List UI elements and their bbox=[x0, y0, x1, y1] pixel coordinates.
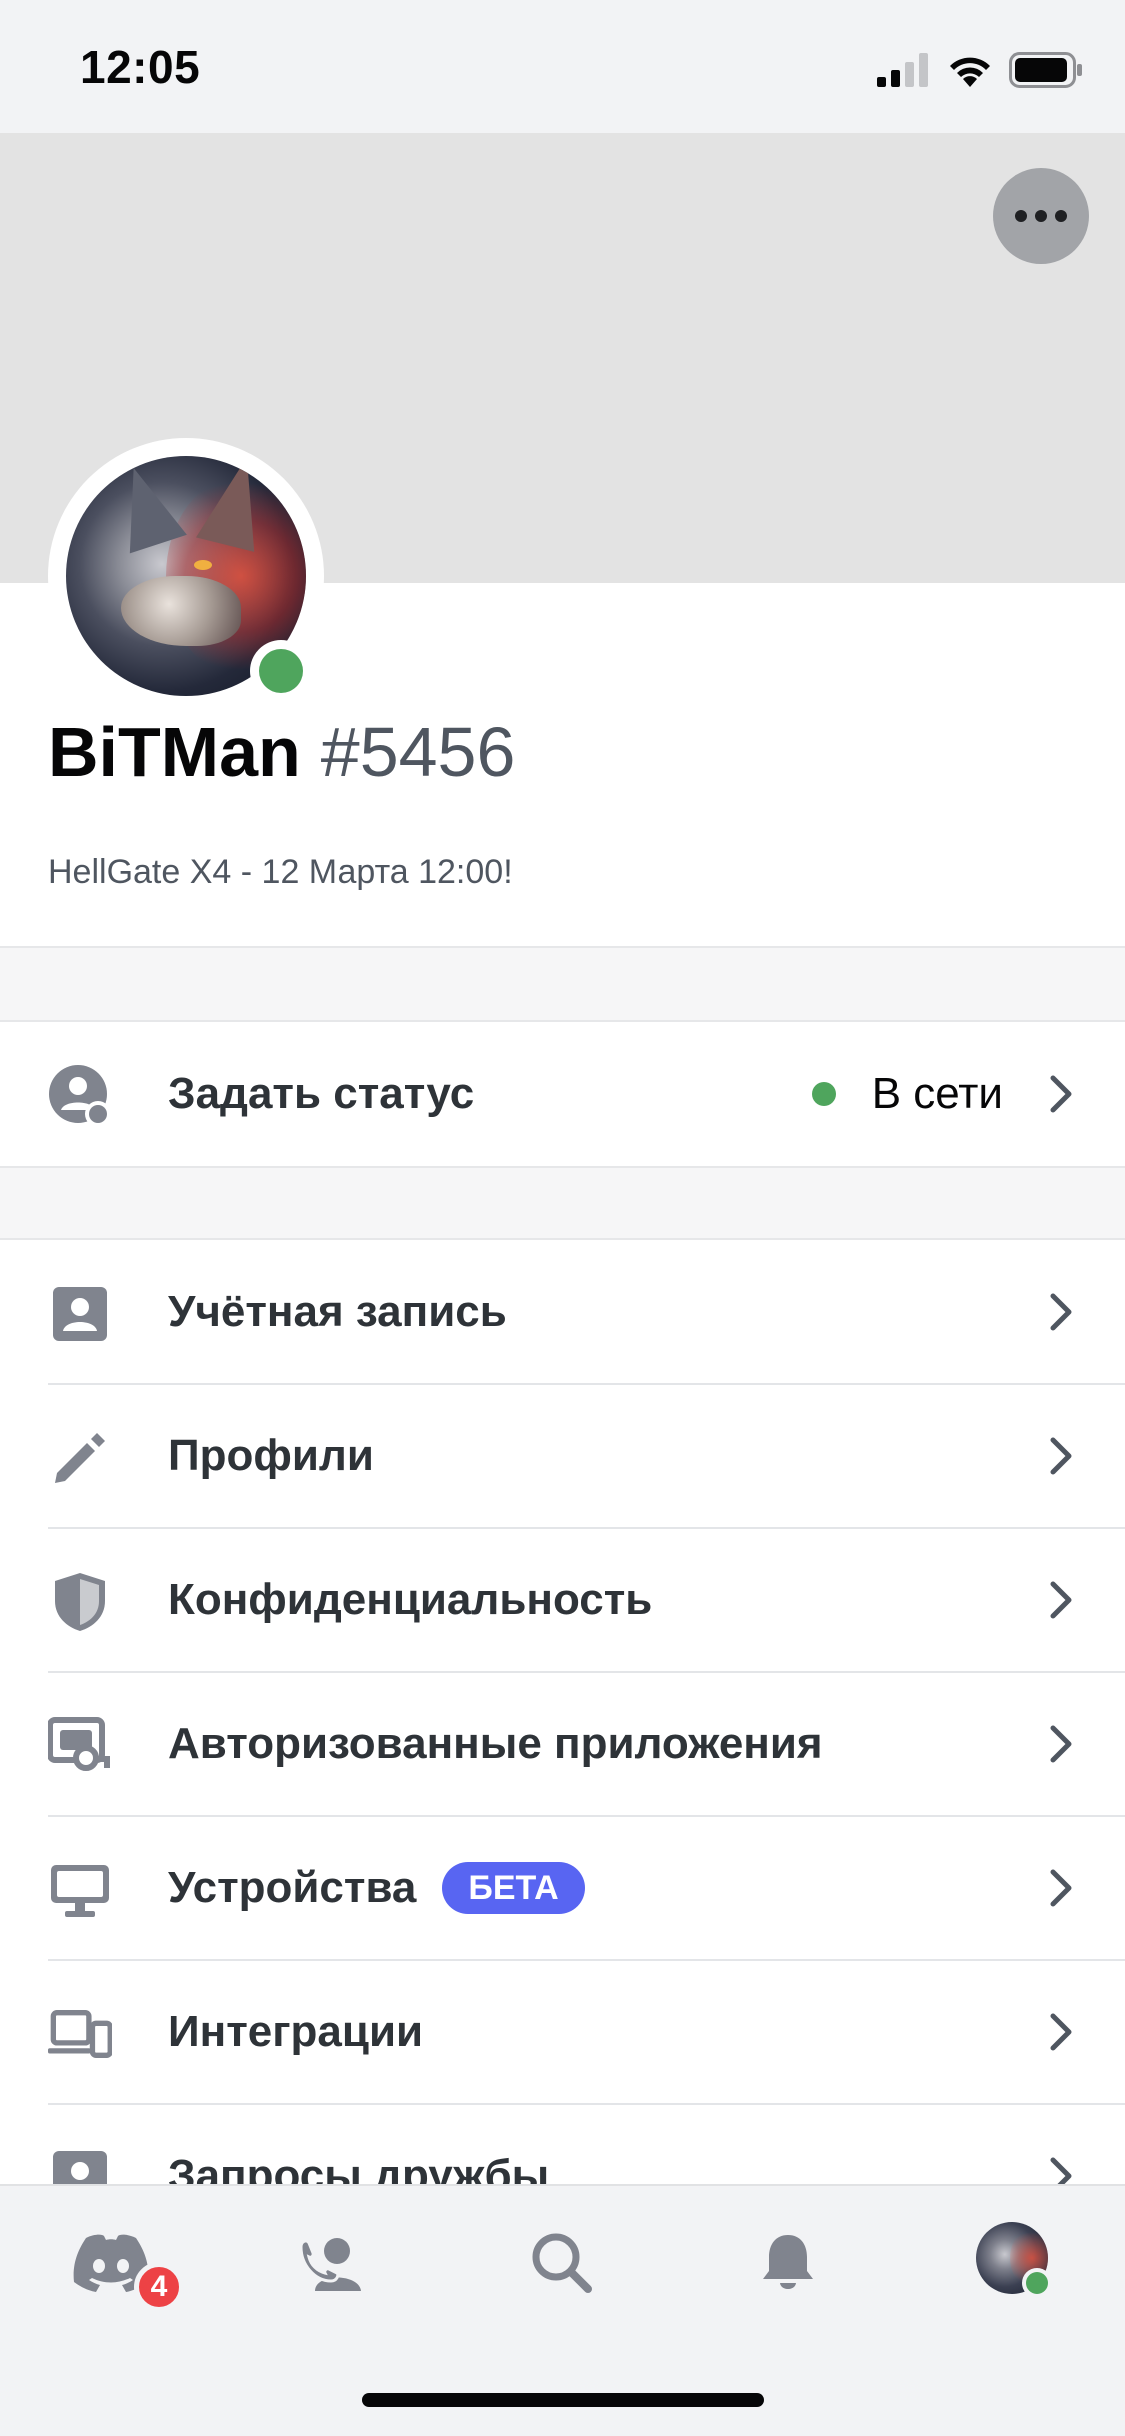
account-icon bbox=[48, 1282, 112, 1346]
settings-item-label: Интеграции bbox=[168, 2007, 424, 2056]
current-status: В сети bbox=[811, 1069, 1003, 1119]
chevron-right-icon bbox=[1050, 1581, 1072, 1619]
chevron-right-icon bbox=[1050, 1437, 1072, 1475]
settings-item-integrations[interactable]: Интеграции bbox=[0, 1960, 1125, 2104]
settings-item-label: Профили bbox=[168, 1431, 374, 1480]
profile-name: BiTMan #5456 bbox=[48, 712, 515, 802]
home-notification-badge: 4 bbox=[134, 2262, 184, 2312]
tab-search[interactable] bbox=[517, 2218, 607, 2308]
settings-item-privacy[interactable]: Конфиденциальность bbox=[0, 1528, 1125, 1672]
settings-item-label: Конфиденциальность bbox=[168, 1575, 653, 1624]
bell-icon bbox=[763, 2235, 813, 2289]
search-icon bbox=[532, 2233, 592, 2293]
more-dot-icon bbox=[1035, 210, 1047, 222]
more-dot-icon bbox=[1055, 210, 1067, 222]
status-person-icon bbox=[48, 1064, 112, 1128]
devices-label: Устройства bbox=[168, 1863, 417, 1912]
settings-item-label: Авторизованные приложения bbox=[168, 1719, 823, 1768]
chevron-right-icon bbox=[1050, 1725, 1072, 1763]
settings-item-authorized-apps[interactable]: Авторизованные приложения bbox=[0, 1672, 1125, 1816]
settings-item-label: Учётная запись bbox=[168, 1287, 507, 1336]
chevron-right-icon bbox=[1050, 1869, 1072, 1907]
shield-icon bbox=[48, 1570, 112, 1634]
online-dot-icon bbox=[811, 1082, 836, 1106]
status-bar-time: 12:05 bbox=[80, 41, 201, 93]
settings-item-profiles[interactable]: Профили bbox=[0, 1384, 1125, 1528]
devices-icon bbox=[48, 2002, 112, 2066]
wifi-icon bbox=[950, 57, 990, 87]
username: BiTMan bbox=[48, 713, 301, 791]
status-bar: 12:05 bbox=[0, 0, 1125, 133]
chevron-right-icon bbox=[1050, 1293, 1072, 1331]
friends-icon bbox=[299, 2238, 361, 2291]
set-status-label: Задать статус bbox=[168, 1069, 475, 1118]
pencil-icon bbox=[48, 1426, 112, 1490]
current-status-value: В сети bbox=[871, 1069, 1003, 1118]
more-dot-icon bbox=[1015, 210, 1027, 222]
beta-badge: БЕТА bbox=[442, 1862, 585, 1914]
battery-icon bbox=[1009, 52, 1082, 88]
set-status-row[interactable]: Задать статус В сети bbox=[0, 1022, 1125, 1166]
monitor-icon bbox=[48, 1858, 112, 1922]
tab-online-indicator bbox=[1022, 2268, 1052, 2298]
status-bar-icons bbox=[877, 50, 1083, 90]
chevron-right-icon bbox=[1050, 2013, 1072, 2051]
tab-notifications[interactable] bbox=[743, 2218, 833, 2308]
chevron-right-icon bbox=[1050, 1075, 1072, 1113]
settings-item-label: Устройства БЕТА bbox=[168, 1862, 585, 1914]
settings-item-account[interactable]: Учётная запись bbox=[0, 1240, 1125, 1384]
home-indicator[interactable] bbox=[362, 2393, 764, 2407]
section-spacer bbox=[0, 946, 1125, 1022]
section-spacer bbox=[0, 1166, 1125, 1240]
online-status-indicator bbox=[250, 640, 312, 702]
authorized-apps-icon bbox=[48, 1714, 112, 1778]
tab-friends[interactable] bbox=[287, 2218, 377, 2308]
custom-status-text: HellGate X4 - 12 Марта 12:00! bbox=[48, 853, 513, 891]
more-options-button[interactable] bbox=[993, 168, 1089, 264]
discriminator: #5456 bbox=[320, 713, 516, 791]
cellular-signal-icon bbox=[877, 53, 928, 87]
settings-item-devices[interactable]: Устройства БЕТА bbox=[0, 1816, 1125, 1960]
